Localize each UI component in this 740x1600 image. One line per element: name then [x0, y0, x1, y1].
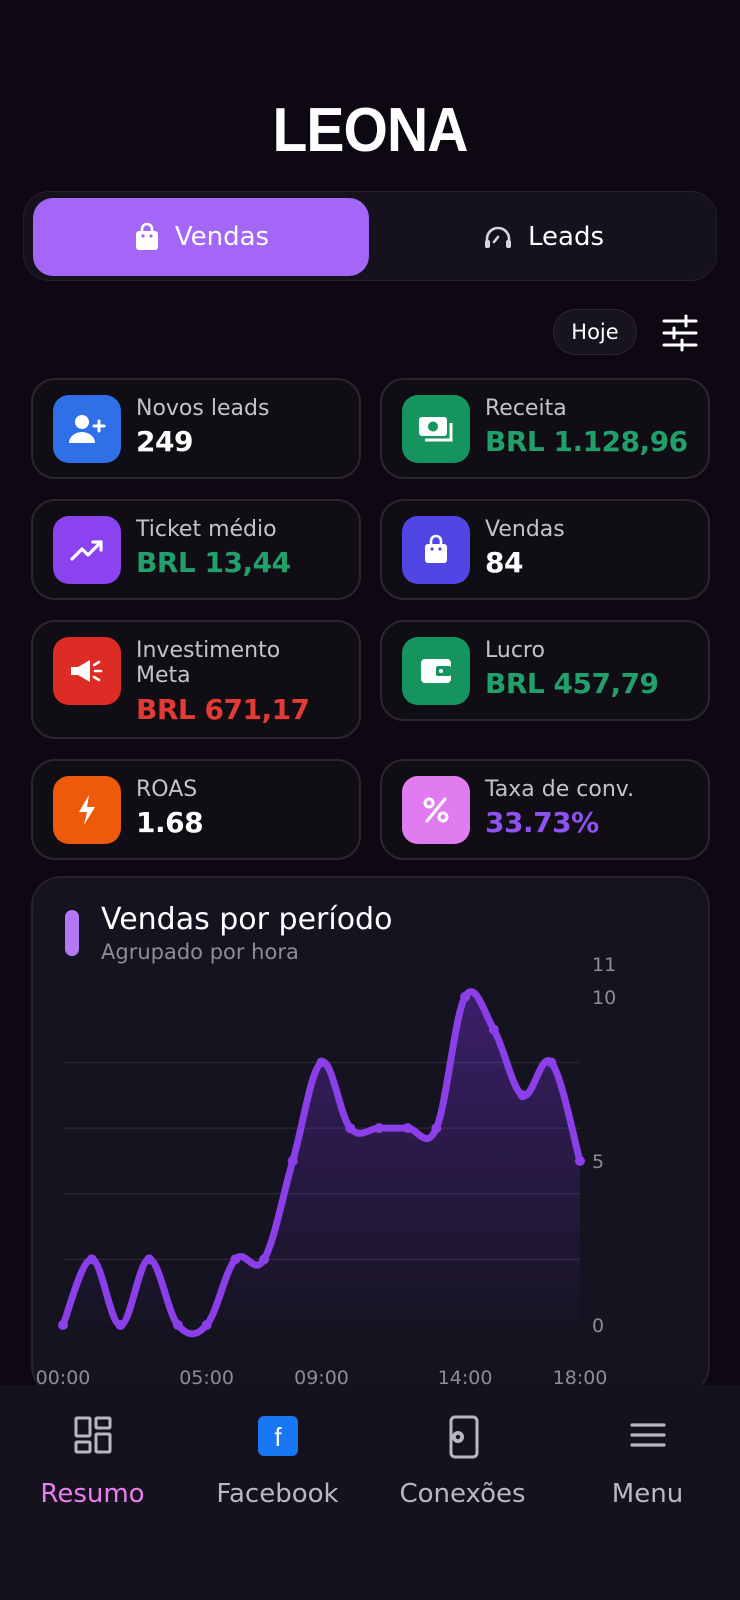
- money-icon: [419, 417, 453, 442]
- svg-text:f: f: [274, 1422, 282, 1452]
- filter-icon[interactable]: [660, 313, 700, 353]
- chart-point: [58, 1320, 68, 1330]
- metric-value: 1.68: [136, 806, 204, 839]
- chart-point: [259, 1254, 270, 1265]
- metric-card-roas[interactable]: ROAS 1.68: [31, 759, 361, 860]
- metric-label-line2: Meta: [136, 663, 191, 688]
- chart-point: [460, 991, 471, 1002]
- headset-icon: [484, 226, 511, 248]
- metric-label: Ticket médio: [136, 517, 277, 542]
- metric-label-line1: Investimento: [136, 638, 281, 663]
- nav-label: Menu: [611, 1479, 684, 1509]
- metric-label: Vendas: [485, 517, 565, 542]
- megaphone-icon: [71, 660, 103, 682]
- nav-label: Conexões: [399, 1479, 526, 1509]
- chart-point: [172, 1320, 183, 1330]
- metric-card-ticket-medio[interactable]: Ticket médio BRL 13,44: [31, 499, 361, 600]
- y-tick-label: 5: [592, 1151, 604, 1173]
- chart-point: [316, 1057, 327, 1068]
- chart-point: [488, 1024, 499, 1035]
- tab-leads-label: Leads: [527, 222, 604, 252]
- nav-label: Facebook: [216, 1479, 339, 1509]
- nav-facebook[interactable]: f Facebook: [185, 1385, 370, 1525]
- tab-switcher: Vendas Leads: [23, 191, 717, 281]
- metric-label: Receita: [485, 396, 567, 421]
- dashboard-icon: [74, 1416, 111, 1454]
- metric-card-investimento-meta[interactable]: Investimento Meta BRL 671,17: [31, 620, 361, 739]
- chart-point: [144, 1254, 155, 1265]
- shopping-bag-icon: [425, 534, 447, 563]
- chart-point: [86, 1254, 97, 1265]
- nav-conexoes[interactable]: Conexões: [370, 1385, 555, 1525]
- hamburger-menu-icon: [629, 1423, 666, 1447]
- brand-logo: LEONA: [0, 100, 740, 162]
- chart-point: [402, 1123, 413, 1134]
- bolt-icon: [79, 795, 95, 825]
- y-tick-label: 11: [592, 954, 616, 976]
- metric-label: Lucro: [485, 638, 545, 663]
- nav-label: Resumo: [40, 1479, 145, 1509]
- metric-card-lucro[interactable]: Lucro BRL 457,79: [380, 620, 710, 721]
- period-selector[interactable]: Hoje: [553, 309, 637, 355]
- y-tick-label: 10: [592, 987, 616, 1009]
- chart-point: [230, 1254, 241, 1265]
- metric-value: 33.73%: [485, 806, 599, 839]
- metric-label: Novos leads: [136, 396, 270, 421]
- tab-vendas-label: Vendas: [174, 222, 270, 252]
- chart-point: [431, 1123, 442, 1134]
- metric-value: BRL 13,44: [136, 546, 291, 579]
- bottom-navigation: Resumo f Facebook Conexões Menu: [0, 1385, 740, 1600]
- chart-point: [201, 1320, 212, 1330]
- percent-icon: [423, 797, 449, 823]
- metric-card-novos-leads[interactable]: Novos leads 249: [31, 378, 361, 479]
- facebook-icon: f: [257, 1416, 298, 1456]
- metric-label: Taxa de conv.: [485, 777, 635, 802]
- user-plus-icon: [69, 415, 106, 443]
- trending-up-icon: [70, 540, 103, 561]
- chart-point: [345, 1123, 356, 1134]
- shopping-bag-icon: [135, 222, 158, 250]
- metric-value: BRL 457,79: [485, 667, 659, 700]
- wallet-icon: [421, 659, 451, 683]
- tab-vendas[interactable]: Vendas: [33, 198, 369, 276]
- sales-chart-card: Vendas por período Agrupado por hora 051…: [31, 876, 710, 1396]
- period-label: Hoje: [571, 320, 619, 344]
- chart-point: [115, 1320, 126, 1330]
- metric-label: ROAS: [136, 777, 198, 802]
- metric-card-vendas[interactable]: Vendas 84: [380, 499, 710, 600]
- metric-value: BRL 671,17: [136, 693, 310, 726]
- chart-point: [517, 1090, 528, 1101]
- metric-value: BRL 1.128,96: [485, 425, 688, 458]
- nav-resumo[interactable]: Resumo: [0, 1385, 185, 1525]
- chart-point: [575, 1155, 585, 1166]
- chart-point: [287, 1155, 298, 1166]
- y-tick-label: 0: [592, 1315, 604, 1337]
- chart-point: [546, 1057, 557, 1068]
- metric-card-receita[interactable]: Receita BRL 1.128,96: [380, 378, 710, 479]
- tab-leads[interactable]: Leads: [376, 198, 710, 276]
- sales-chart: 05101100:00 05:00 09:00 14:00 18:00: [36, 954, 617, 1389]
- metric-value: 84: [485, 546, 523, 579]
- metric-value: 249: [136, 425, 193, 458]
- metric-card-taxa-conv[interactable]: Taxa de conv. 33.73%: [380, 759, 710, 860]
- logo-text: LEONA: [272, 96, 468, 165]
- chart-point: [373, 1123, 384, 1134]
- nav-menu[interactable]: Menu: [555, 1385, 740, 1525]
- device-settings-icon: [449, 1415, 478, 1459]
